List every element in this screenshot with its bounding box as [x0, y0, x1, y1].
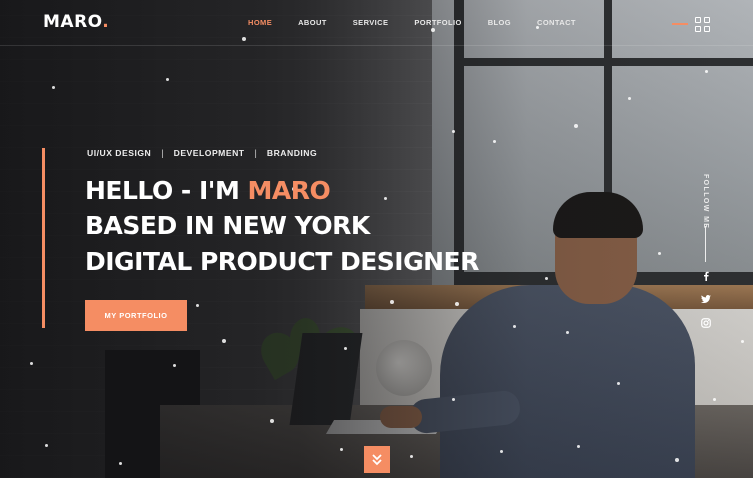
nav-item-home[interactable]: HOME [248, 18, 272, 27]
headline-line-2: BASED IN NEW YORK [85, 211, 370, 240]
logo-text: MARO [43, 12, 103, 32]
follow-divider [705, 226, 706, 262]
instagram-icon [701, 318, 711, 328]
logo[interactable]: MARO. [43, 12, 109, 32]
hero-accent-bar [42, 148, 45, 328]
facebook-icon [704, 271, 709, 281]
facebook-link[interactable] [700, 270, 712, 282]
twitter-icon [701, 294, 711, 303]
nav-item-portfolio[interactable]: PORTFOLIO [414, 18, 461, 27]
headline-name: MARO [247, 176, 331, 205]
nav-item-service[interactable]: SERVICE [353, 18, 389, 27]
tag-development: DEVELOPMENT [173, 148, 245, 158]
chevron-double-down-icon [372, 453, 382, 465]
tag-branding: BRANDING [266, 148, 318, 158]
tag-uiux: UI/UX DESIGN [87, 148, 152, 158]
headline-prefix: HELLO - I'M [85, 176, 248, 205]
instagram-link[interactable] [700, 317, 712, 329]
nav-item-contact[interactable]: CONTACT [537, 18, 576, 27]
header-accent-line [672, 23, 688, 25]
headline-line-1: HELLO - I'M MARO [85, 176, 331, 205]
main-nav: HOME ABOUT SERVICE PORTFOLIO BLOG CONTAC… [248, 18, 576, 27]
twitter-link[interactable] [700, 293, 712, 305]
hero-tags: UI/UX DESIGN | DEVELOPMENT | BRANDING [87, 148, 317, 158]
scroll-down-button[interactable] [364, 446, 390, 473]
tag-separator: | [254, 148, 257, 158]
logo-dot: . [102, 12, 110, 32]
tag-separator: | [161, 148, 164, 158]
my-portfolio-button[interactable]: MY PORTFOLIO [85, 300, 187, 331]
nav-item-blog[interactable]: BLOG [488, 18, 511, 27]
site-header: MARO. HOME ABOUT SERVICE PORTFOLIO BLOG … [0, 0, 753, 46]
grid-menu-icon[interactable] [695, 17, 710, 32]
headline-line-3: DIGITAL PRODUCT DESIGNER [85, 247, 479, 276]
nav-item-about[interactable]: ABOUT [298, 18, 327, 27]
follow-me-label: FOLLOW ME [702, 174, 709, 230]
